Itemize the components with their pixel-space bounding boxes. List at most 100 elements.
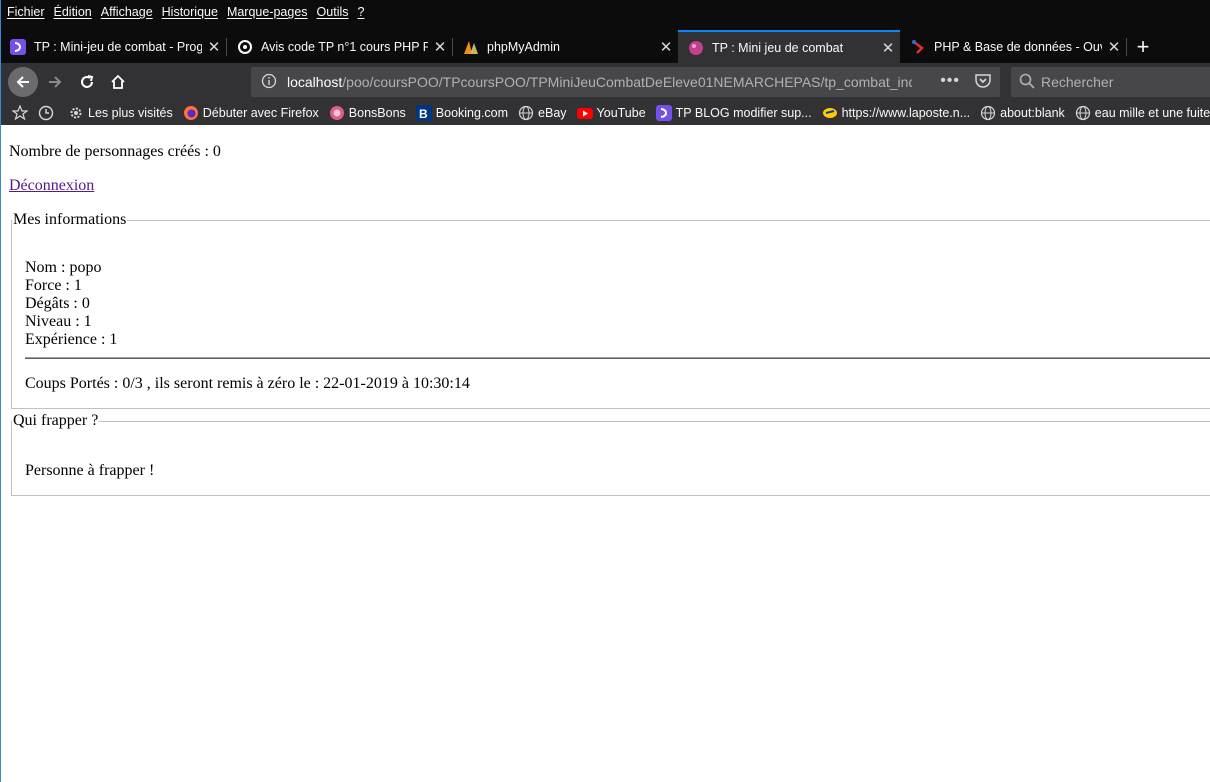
bookmark-label: Les plus visités: [88, 106, 173, 120]
menu-marque-pages[interactable]: Marque-pages: [227, 5, 308, 19]
bookmark-label: https://www.laposte.n...: [841, 106, 971, 120]
globe-icon: [518, 105, 534, 121]
history-icon[interactable]: [38, 105, 54, 121]
tab-phpmyadmin[interactable]: phpMyAdmin ✕: [453, 30, 678, 63]
url-text[interactable]: localhost/poo/coursPOO/TPcoursPOO/TPMini…: [287, 74, 912, 90]
close-icon[interactable]: ✕: [202, 38, 226, 56]
menu-edition[interactable]: Édition: [54, 5, 92, 19]
address-bar[interactable]: localhost/poo/coursPOO/TPcoursPOO/TPMini…: [251, 67, 1000, 97]
menu-bar: Fichier Édition Affichage Historique Mar…: [0, 0, 1210, 24]
openclassrooms-icon: [655, 105, 672, 121]
window-edge: [0, 0, 1, 782]
menu-affichage[interactable]: Affichage: [101, 5, 153, 19]
tab-php-base-donnees[interactable]: PHP & Base de données - Ouve ✕: [900, 30, 1126, 63]
bookmark-label: YouTube: [596, 106, 646, 120]
home-button[interactable]: [104, 68, 132, 96]
page-content: Nombre de personnages créés : 0 Déconnex…: [0, 125, 1210, 782]
menu-outils[interactable]: Outils: [317, 5, 349, 19]
page-icon: [688, 40, 704, 56]
search-bar[interactable]: Rechercher: [1011, 67, 1210, 97]
close-icon[interactable]: ✕: [428, 38, 452, 56]
close-icon[interactable]: ✕: [654, 38, 678, 56]
bookmark-about-blank[interactable]: about:blank: [980, 105, 1065, 121]
bookmark-ebay[interactable]: eBay: [518, 105, 567, 121]
bookmark-label: TP BLOG modifier sup...: [675, 106, 812, 120]
new-tab-button[interactable]: +: [1130, 30, 1156, 63]
tab-strip: TP : Mini-jeu de combat - Prog ✕ Avis co…: [0, 30, 1210, 63]
my-info-legend: Mes informations: [13, 211, 127, 228]
info-icon[interactable]: [261, 73, 277, 92]
openclassrooms-icon: [10, 38, 26, 55]
bookmark-label: Débuter avec Firefox: [202, 106, 319, 120]
target-fieldset: Qui frapper ? Personne à frapper !: [11, 412, 1210, 496]
stat-name: Nom : popo: [25, 259, 102, 276]
globe-icon: [980, 105, 996, 121]
logout-link[interactable]: Déconnexion: [9, 177, 94, 195]
close-icon[interactable]: ✕: [876, 39, 900, 57]
menu-fichier[interactable]: Fichier: [7, 5, 45, 19]
bookmark-booking[interactable]: B Booking.com: [415, 105, 509, 121]
svg-text:B: B: [419, 107, 428, 121]
youtube-icon: [576, 105, 593, 121]
bookmark-label: about:blank: [1000, 106, 1065, 120]
character-count: Nombre de personnages créés : 0: [9, 143, 221, 160]
pocket-icon[interactable]: [974, 72, 992, 93]
page-actions-icon[interactable]: •••: [940, 72, 960, 93]
bookmark-label: eBay: [538, 106, 567, 120]
forum-icon: [237, 39, 253, 55]
url-actions: •••: [940, 72, 992, 93]
stat-niveau: Niveau : 1: [25, 313, 92, 330]
menu-historique[interactable]: Historique: [162, 5, 218, 19]
tab-avis-code[interactable]: Avis code TP n°1 cours PHP PO ✕: [227, 30, 452, 63]
tab-title: TP : Mini jeu de combat: [712, 40, 844, 55]
reload-icon: [81, 75, 94, 88]
tab-openclassrooms-tp[interactable]: TP : Mini-jeu de combat - Prog ✕: [0, 30, 226, 63]
globe-icon: [1075, 105, 1091, 121]
stat-experience: Expérience : 1: [25, 331, 118, 348]
browser-chrome: Fichier Édition Affichage Historique Mar…: [0, 0, 1210, 125]
tab-separator: [1126, 38, 1127, 56]
bookmarks-menu-icon[interactable]: [12, 105, 28, 121]
stat-degats: Dégâts : 0: [25, 295, 90, 312]
target-legend: Qui frapper ?: [13, 412, 99, 429]
arrow-left-icon: [16, 76, 29, 88]
tab-mini-jeu-combat[interactable]: TP : Mini jeu de combat ✕: [678, 30, 900, 63]
search-input[interactable]: Rechercher: [1041, 74, 1113, 90]
home-icon: [111, 74, 125, 89]
bookmark-label: Booking.com: [435, 106, 509, 120]
bookmark-bonsbons[interactable]: BonsBons: [329, 105, 406, 121]
phpmyadmin-icon: [463, 39, 479, 55]
bookmarks-toolbar: Les plus visités Débuter avec Firefox Bo…: [0, 101, 1210, 125]
bookmark-les-plus-visites[interactable]: Les plus visités: [68, 105, 173, 121]
stat-force: Force : 1: [25, 277, 82, 294]
menu-aide[interactable]: ?: [358, 5, 365, 19]
search-icon: [1019, 73, 1035, 92]
close-icon[interactable]: ✕: [1102, 38, 1126, 56]
forward-button[interactable]: [41, 68, 69, 96]
bookmark-youtube[interactable]: YouTube: [576, 105, 646, 121]
back-button[interactable]: [8, 67, 38, 97]
bookmark-label: eau mille et une fuites ...: [1094, 106, 1210, 120]
url-host: localhost: [287, 74, 343, 90]
reload-button[interactable]: [73, 68, 101, 96]
plus-icon: +: [1136, 33, 1150, 59]
my-info-fieldset: Mes informations Nom : popo Force : 1 Dé…: [11, 211, 1210, 409]
booking-icon: B: [415, 105, 432, 121]
tab-title: TP : Mini-jeu de combat - Prog: [34, 39, 202, 54]
bookmark-tp-blog[interactable]: TP BLOG modifier sup...: [655, 105, 812, 121]
bookmark-laposte[interactable]: https://www.laposte.n...: [822, 105, 971, 121]
bookmark-eau-mille-fuites[interactable]: eau mille et une fuites ...: [1075, 105, 1210, 121]
firefox-icon: [183, 105, 199, 121]
arrow-right-icon: [49, 76, 62, 88]
divider: [25, 357, 1210, 359]
navigation-toolbar: localhost/poo/coursPOO/TPcoursPOO/TPMini…: [0, 63, 1210, 101]
tab-title: phpMyAdmin: [487, 39, 560, 54]
no-target-message: Personne à frapper !: [25, 462, 155, 479]
character-stats: Nom : popo Force : 1 Dégâts : 0 Niveau :…: [25, 259, 117, 349]
laposte-icon: [822, 105, 838, 121]
tab-title: Avis code TP n°1 cours PHP PO: [261, 39, 428, 54]
candy-icon: [329, 105, 345, 121]
tab-title: PHP & Base de données - Ouve: [934, 39, 1102, 54]
bookmark-label: BonsBons: [348, 106, 406, 120]
bookmark-debuter-firefox[interactable]: Débuter avec Firefox: [183, 105, 319, 121]
